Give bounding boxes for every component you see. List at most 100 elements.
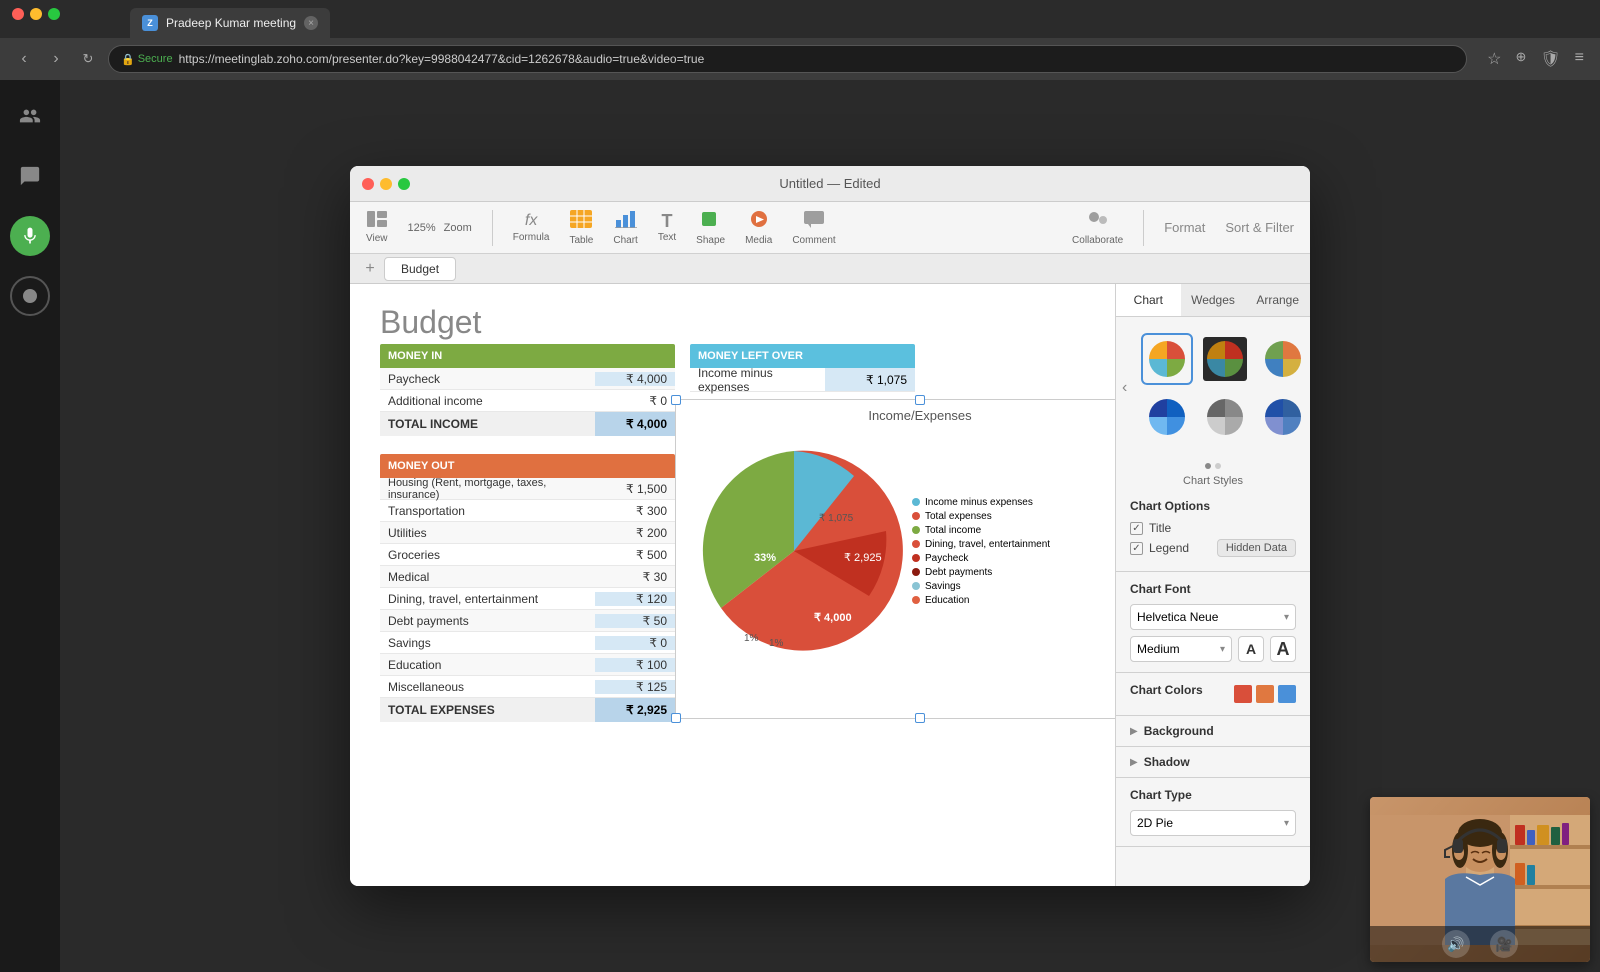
chart-style-item[interactable] [1141,333,1193,385]
title-checkbox[interactable]: ✓ [1130,522,1143,535]
browser-actions: ☆ ⊕ 🛡 ≡ [1483,47,1588,71]
shape-tool[interactable]: Shape [696,210,725,246]
audio-control-button[interactable]: 🔊 [1442,930,1470,958]
chart-type-select[interactable]: 2D Pie ▾ [1130,810,1296,836]
chart-colors-title: Chart Colors [1130,683,1203,697]
microphone-button[interactable] [10,216,50,256]
browser-tab[interactable]: Z Pradeep Kumar meeting × [130,8,330,38]
collaborate-tool[interactable]: Collaborate [1072,210,1123,246]
formula-tool[interactable]: fx Formula [513,212,550,243]
add-sheet-button[interactable]: + [360,259,380,279]
chart-style-item[interactable] [1141,391,1193,443]
format-label: Format [1164,220,1205,235]
money-in-header: MONEY IN [380,344,675,368]
tab-close-button[interactable]: × [304,16,318,30]
panel-tabs: Chart Wedges Arrange [1116,284,1310,317]
shape-icon [700,210,722,233]
chart-font-section: Chart Font Helvetica Neue ▾ Medium ▾ A [1116,572,1310,673]
app-minimize-button[interactable] [380,178,392,190]
svg-text:1%: 1% [769,638,784,649]
toolbar-separator [492,210,493,246]
media-label: Media [745,235,772,246]
zoom-control[interactable]: 125% Zoom [408,219,472,237]
menu-button[interactable]: ≡ [1571,47,1588,71]
video-control-button[interactable]: 🎥 [1490,930,1518,958]
address-bar[interactable]: 🔒 Secure https://meetinglab.zoho.com/pre… [108,45,1467,73]
budget-tab[interactable]: Budget [384,257,456,281]
chart-style-item[interactable] [1199,333,1251,385]
table-row: Groceries ₹ 500 [380,544,675,566]
media-tool[interactable]: Media [745,210,772,246]
chart-font-title: Chart Font [1130,582,1296,596]
page-dot [1205,463,1211,469]
background-section[interactable]: ▶ Background [1116,716,1310,747]
font-size-select[interactable]: Medium ▾ [1130,636,1232,662]
legend-checkbox[interactable]: ✓ [1130,542,1143,555]
record-button[interactable] [10,276,50,316]
chart-label: Chart [613,235,637,246]
chart-type-title: Chart Type [1130,788,1296,802]
app-window: Untitled — Edited View 125% Zoom fx Form… [350,166,1310,886]
legend-color [912,526,920,534]
comment-tool[interactable]: Comment [792,210,835,246]
prev-chart-style-button[interactable]: ‹ [1118,379,1131,397]
chart-container[interactable]: Income/Expenses [675,399,1115,719]
app-close-button[interactable] [362,178,374,190]
browser-tab-bar: Z Pradeep Kumar meeting × [0,0,1600,38]
legend-color [912,568,920,576]
decrease-font-button[interactable]: A [1238,636,1264,662]
text-label: Text [658,232,676,243]
traffic-lights [12,8,60,20]
chart-options-section: Chart Options ✓ Title ✓ Legend Hidden Da… [1116,489,1310,572]
sort-filter-tool[interactable]: Sort & Filter [1225,220,1294,235]
shadow-section[interactable]: ▶ Shadow [1116,747,1310,778]
table-tool[interactable]: Table [569,210,593,246]
app-maximize-button[interactable] [398,178,410,190]
right-panel: Chart Wedges Arrange ‹ [1115,284,1310,886]
font-name-select[interactable]: Helvetica Neue ▾ [1130,604,1296,630]
title-option-row: ✓ Title [1130,521,1296,535]
forward-button[interactable]: › [44,47,68,71]
legend-color [912,596,920,604]
color-swatch-blue[interactable] [1278,685,1296,703]
zoom-button[interactable]: ⊕ [1511,47,1530,71]
refresh-button[interactable]: ↻ [76,47,100,71]
close-window-button[interactable] [12,8,24,20]
view-icon [367,211,387,231]
legend-color [912,554,920,562]
text-tool[interactable]: T Text [658,212,676,243]
chat-button[interactable] [10,156,50,196]
chart-style-item[interactable] [1199,391,1251,443]
bookmark-button[interactable]: ☆ [1483,47,1505,71]
participants-button[interactable] [10,96,50,136]
table-row: Additional income ₹ 0 [380,390,675,412]
chart-tool[interactable]: Chart [613,210,637,246]
hidden-data-button[interactable]: Hidden Data [1217,539,1296,557]
app-toolbar: View 125% Zoom fx Formula Table [350,202,1310,254]
format-tool[interactable]: Format [1164,220,1205,235]
expand-arrow-icon-2: ▶ [1130,757,1138,768]
money-left-row: Income minus expenses ₹ 1,075 [690,368,915,392]
formula-label: Formula [513,232,550,243]
svg-text:₹ 4,000: ₹ 4,000 [814,612,852,624]
maximize-window-button[interactable] [48,8,60,20]
tab-arrange[interactable]: Arrange [1245,284,1310,316]
minimize-window-button[interactable] [30,8,42,20]
tab-wedges[interactable]: Wedges [1181,284,1246,316]
color-swatch-red[interactable] [1234,685,1252,703]
color-swatch-orange[interactable] [1256,685,1274,703]
table-icon [570,210,592,233]
back-button[interactable]: ‹ [12,47,36,71]
tab-chart[interactable]: Chart [1116,284,1181,316]
shadow-label: Shadow [1144,755,1190,769]
increase-font-button[interactable]: A [1270,636,1296,662]
browser-address-bar: ‹ › ↻ 🔒 Secure https://meetinglab.zoho.c… [0,38,1600,80]
chart-legend: Income minus expenses Total expenses Tot… [904,493,1058,610]
view-tool[interactable]: View [366,211,388,244]
app-title: Untitled — Edited [779,176,880,191]
legend-item: Income minus expenses [912,497,1050,508]
app-traffic-lights [362,178,410,190]
chart-style-item[interactable] [1257,333,1309,385]
chart-style-item[interactable] [1257,391,1309,443]
chart-styles-grid [1131,323,1310,453]
